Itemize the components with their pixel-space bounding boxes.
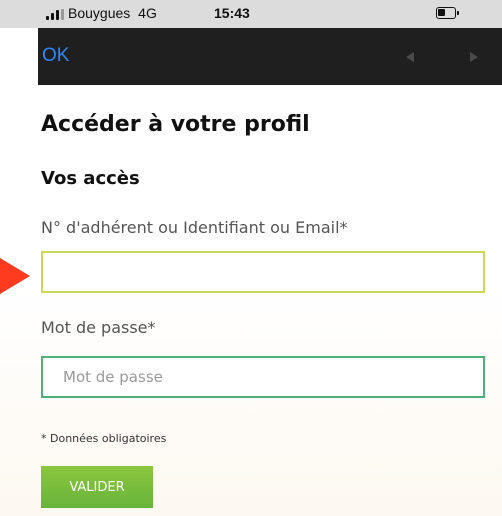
member-id-input[interactable]	[41, 251, 485, 293]
battery-icon	[436, 7, 459, 19]
password-input[interactable]	[41, 356, 485, 398]
status-bar: Bouygues 4G 15:43	[0, 0, 502, 28]
forward-arrow-icon[interactable]	[470, 52, 478, 62]
section-title: Vos accès	[41, 168, 140, 189]
password-label: Mot de passe*	[41, 318, 156, 337]
required-fields-note: * Données obligatoires	[41, 432, 167, 445]
signal-strength-icon	[46, 9, 64, 20]
validate-button[interactable]: VALIDER	[41, 466, 153, 508]
ok-button[interactable]: OK	[42, 45, 69, 67]
carrier-label: Bouygues	[68, 5, 131, 21]
carrier-name: Bouygues 4G	[68, 5, 157, 21]
status-time: 15:43	[214, 5, 250, 21]
screen: Bouygues 4G 15:43 OK Accéder à votre pro…	[0, 0, 502, 516]
back-arrow-icon[interactable]	[406, 52, 414, 62]
annotation-arrow-icon	[0, 258, 30, 294]
page-title: Accéder à votre profil	[41, 112, 310, 137]
member-id-label: N° d'adhérent ou Identifiant ou Email*	[41, 218, 348, 237]
network-type: 4G	[138, 5, 157, 21]
webview-toolbar: OK	[38, 28, 502, 85]
